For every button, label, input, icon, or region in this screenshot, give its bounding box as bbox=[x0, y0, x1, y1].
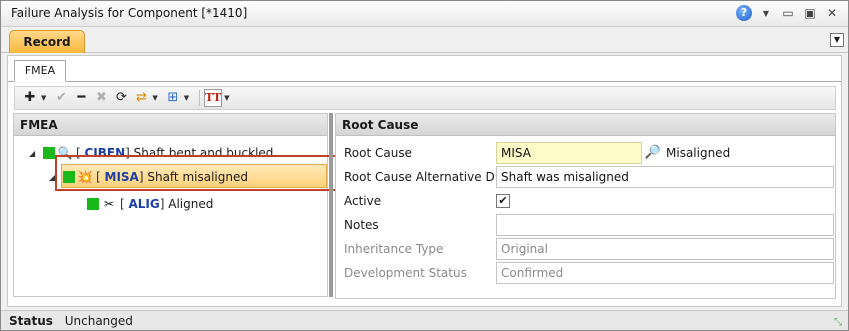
ribbon-collapse-icon[interactable]: ▼ bbox=[830, 33, 844, 47]
notes-input[interactable] bbox=[496, 214, 834, 236]
alt-description-row: Root Cause Alternative De Shaft was misa… bbox=[344, 166, 834, 188]
swap-dropdown-icon[interactable]: ▼ bbox=[152, 94, 157, 102]
root-cause-panel: Root Cause Root Cause MISA 🔎 Misaligned … bbox=[335, 113, 836, 299]
status-green-icon bbox=[63, 171, 75, 183]
root-cause-icon: 💥 bbox=[77, 170, 93, 184]
inheritance-type-row: Inheritance Type Original bbox=[344, 238, 834, 260]
status-value: Unchanged bbox=[64, 314, 133, 328]
root-cause-description: Misaligned bbox=[666, 146, 731, 160]
cancel-icon[interactable]: ✖ bbox=[92, 89, 110, 107]
root-cause-row: Root Cause MISA 🔎 Misaligned bbox=[344, 142, 834, 164]
status-label: Status bbox=[9, 314, 53, 328]
tree-item-label: Aligned bbox=[168, 197, 214, 211]
swap-icon[interactable]: ⇄ bbox=[132, 89, 150, 107]
tree-item-misa[interactable]: ◢ 💥 [ MISA] Shaft misaligned bbox=[49, 167, 248, 187]
help-icon[interactable]: ? bbox=[736, 5, 752, 21]
title-bar: Failure Analysis for Component [*1410] ?… bbox=[1, 1, 848, 27]
hierarchy-icon[interactable]: ⊞ bbox=[164, 89, 182, 107]
tree-item-alig[interactable]: ✂ [ ALIG] Aligned bbox=[87, 194, 213, 214]
ribbon-tab-strip: Record ▼ bbox=[1, 27, 848, 53]
text-format-icon[interactable]: TT bbox=[204, 89, 223, 107]
tab-fmea[interactable]: FMEA bbox=[14, 60, 66, 82]
notes-label: Notes bbox=[344, 218, 379, 232]
text-format-dropdown-icon[interactable]: ▼ bbox=[224, 94, 229, 102]
toolbar: ✚ ▼ ✔ ━ ✖ ⟳ ⇄ ▼ ⊞ ▼ TT ▼ bbox=[14, 86, 836, 110]
confirm-icon[interactable]: ✔ bbox=[52, 89, 70, 107]
minimize-icon[interactable]: ▭ bbox=[780, 6, 796, 20]
root-cause-input[interactable]: MISA bbox=[496, 142, 642, 164]
tab-divider bbox=[8, 81, 841, 82]
lookup-icon[interactable]: 🔎 bbox=[644, 144, 662, 162]
tree-item-label: Shaft misaligned bbox=[147, 170, 248, 184]
fmea-panel-header: FMEA bbox=[14, 114, 327, 136]
remedy-tools-icon: ✂ bbox=[103, 197, 115, 211]
maximize-icon[interactable]: ▣ bbox=[802, 6, 818, 20]
tree-collapse-icon[interactable]: ◢ bbox=[49, 173, 63, 182]
failure-analysis-window: Failure Analysis for Component [*1410] ?… bbox=[0, 0, 849, 331]
alt-description-label: Root Cause Alternative De bbox=[344, 170, 494, 184]
root-cause-panel-header: Root Cause bbox=[336, 114, 835, 136]
help-dropdown-icon[interactable]: ▼ bbox=[758, 9, 774, 18]
add-dropdown-icon[interactable]: ▼ bbox=[41, 94, 46, 102]
close-icon[interactable]: ✕ bbox=[824, 6, 840, 20]
tree-item-code: MISA bbox=[104, 170, 139, 184]
notes-row: Notes bbox=[344, 214, 834, 236]
toolbar-separator bbox=[199, 90, 201, 106]
status-green-icon bbox=[87, 198, 99, 210]
panel-splitter[interactable] bbox=[329, 113, 333, 297]
inheritance-type-input: Original bbox=[496, 238, 834, 260]
root-cause-label: Root Cause bbox=[344, 146, 412, 160]
development-status-row: Development Status Confirmed bbox=[344, 262, 834, 284]
tree-collapse-icon[interactable]: ◢ bbox=[29, 149, 43, 158]
resize-grip-icon[interactable]: ⤡ bbox=[834, 313, 842, 331]
development-status-label: Development Status bbox=[344, 266, 467, 280]
status-bar: Status Unchanged ⤡ bbox=[1, 310, 848, 330]
window-title: Failure Analysis for Component [*1410] bbox=[11, 6, 248, 20]
inheritance-type-label: Inheritance Type bbox=[344, 242, 444, 256]
alt-description-input[interactable]: Shaft was misaligned bbox=[496, 166, 834, 188]
tree-item-code: ALIG bbox=[128, 197, 160, 211]
remove-icon[interactable]: ━ bbox=[72, 89, 90, 107]
status-green-icon bbox=[43, 147, 55, 159]
refresh-icon[interactable]: ⟳ bbox=[112, 89, 130, 107]
add-icon[interactable]: ✚ bbox=[21, 89, 39, 107]
active-row: Active ✔ bbox=[344, 190, 834, 212]
hierarchy-dropdown-icon[interactable]: ▼ bbox=[184, 94, 189, 102]
active-label: Active bbox=[344, 194, 382, 208]
window-controls: ? ▼ ▭ ▣ ✕ bbox=[736, 5, 840, 21]
ribbon-tab-record[interactable]: Record bbox=[9, 30, 85, 53]
development-status-input: Confirmed bbox=[496, 262, 834, 284]
active-checkbox[interactable]: ✔ bbox=[496, 194, 510, 208]
